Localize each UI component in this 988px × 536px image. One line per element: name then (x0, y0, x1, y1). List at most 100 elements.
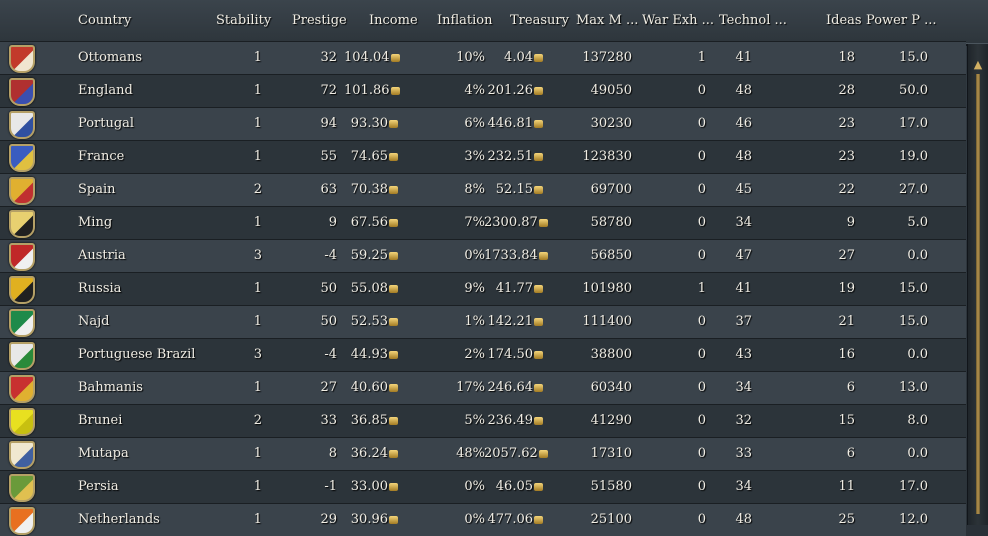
cell-power-projection-value: 15.0 (899, 281, 928, 296)
cell-prestige: -4 (297, 347, 337, 362)
ducat-coin-icon (534, 120, 543, 128)
cell-war-exhaustion-value: 0 (697, 446, 706, 461)
cell-prestige: -1 (297, 479, 337, 494)
cell-technology-value: 34 (735, 479, 752, 494)
cell-country-value: Portuguese Brazil (78, 347, 196, 362)
cell-country[interactable]: Ottomans (78, 50, 142, 65)
cell-power-projection: 15.0 (888, 50, 928, 65)
column-header-prestige[interactable]: Prestige (292, 13, 347, 28)
table-row[interactable]: Mutapa 1 8 36.24 48% 2057.62 17310 0 33 6 0.0 (0, 437, 966, 470)
column-header-treasury[interactable]: Treasury (510, 13, 569, 28)
cell-prestige-value: 50 (320, 314, 337, 329)
column-header-technology[interactable]: Technol ... (719, 13, 787, 28)
cell-prestige: 55 (297, 149, 337, 164)
column-header-ideas[interactable]: Ideas (826, 13, 862, 28)
cell-ideas-value: 28 (838, 83, 855, 98)
cell-war-exhaustion: 1 (680, 281, 706, 296)
ducat-coin-icon (389, 483, 398, 491)
cell-stability: 1 (222, 215, 262, 230)
cell-technology: 43 (720, 347, 752, 362)
cell-country[interactable]: Najd (78, 314, 109, 329)
cell-country-value: Bahmanis (78, 380, 143, 395)
cell-treasury-value: 236.49 (487, 413, 534, 428)
cell-stability-value: 2 (253, 413, 262, 428)
country-ledger-panel: Country Stability Prestige Income Inflat… (0, 0, 988, 536)
country-flag-icon[interactable] (9, 243, 35, 271)
column-header-inflation[interactable]: Inflation (437, 13, 493, 28)
column-header-income[interactable]: Income (369, 13, 418, 28)
cell-country[interactable]: England (78, 83, 133, 98)
table-row[interactable]: England 1 72 101.86 4% 201.26 49050 0 48 28 50.0 (0, 74, 966, 107)
cell-technology: 34 (720, 380, 752, 395)
cell-country[interactable]: Ming (78, 215, 112, 230)
country-flag-icon[interactable] (9, 309, 35, 337)
table-row[interactable]: Portuguese Brazil 3 -4 44.93 2% 174.50 38800 0 4… (0, 338, 966, 371)
table-row[interactable]: Russia 1 50 55.08 9% 41.77 101980 1 41 19 15.0 (0, 272, 966, 305)
cell-max-manpower: 123830 (572, 149, 632, 164)
table-row[interactable]: Najd 1 50 52.53 1% 142.21 111400 0 37 21 15.0 (0, 305, 966, 338)
cell-country-value: France (78, 149, 125, 164)
country-flag-icon[interactable] (9, 45, 35, 73)
cell-country[interactable]: Mutapa (78, 446, 129, 461)
cell-country[interactable]: Portuguese Brazil (78, 347, 195, 362)
country-flag-icon[interactable] (9, 78, 35, 106)
column-header-stability[interactable]: Stability (216, 13, 271, 28)
table-row[interactable]: Ottomans 1 32 104.04 10% 4.04 137280 1 41 18 15.0 (0, 41, 966, 74)
country-flag-icon[interactable] (9, 342, 35, 370)
table-row[interactable]: Portugal 1 94 93.30 6% 446.81 30230 0 46 23 17.0 (0, 107, 966, 140)
cell-war-exhaustion-value: 0 (697, 479, 706, 494)
cell-war-exhaustion: 0 (680, 248, 706, 263)
country-flag-icon[interactable] (9, 210, 35, 238)
cell-treasury: 174.50 (484, 347, 543, 362)
table-row[interactable]: Bahmanis 1 27 40.60 17% 246.64 60340 0 34 6 13.0 (0, 371, 966, 404)
cell-country[interactable]: France (78, 149, 124, 164)
table-row[interactable]: Persia 1 -1 33.00 0% 46.05 51580 0 34 11 17.0 (0, 470, 966, 503)
cell-ideas-value: 9 (846, 215, 855, 230)
scroll-up-arrow-icon[interactable]: ▲ (972, 58, 984, 72)
table-row[interactable]: Austria 3 -4 59.25 0% 1733.84 56850 0 47 27 0.0 (0, 239, 966, 272)
column-header-power-projection[interactable]: Power P ... (866, 13, 937, 28)
cell-country[interactable]: Portugal (78, 116, 134, 131)
table-row[interactable]: Brunei 2 33 36.85 5% 236.49 41290 0 32 15 8.0 (0, 404, 966, 437)
scrollbar-thumb[interactable] (976, 74, 980, 514)
table-row[interactable]: Ming 1 9 67.56 7% 2300.87 58780 0 34 9 5.0 (0, 206, 966, 239)
cell-country[interactable]: Bahmanis (78, 380, 143, 395)
cell-ideas: 9 (824, 215, 855, 230)
cell-country[interactable]: Brunei (78, 413, 122, 428)
cell-country[interactable]: Persia (78, 479, 119, 494)
country-flag-icon[interactable] (9, 144, 35, 172)
column-header-country[interactable]: Country (78, 13, 131, 28)
cell-stability-value: 1 (253, 479, 262, 494)
cell-income-value: 44.93 (350, 347, 388, 362)
table-row[interactable]: Netherlands 1 29 30.96 0% 477.06 25100 0 48 25 12.… (0, 503, 966, 536)
country-flag-icon[interactable] (9, 276, 35, 304)
country-flag-icon[interactable] (9, 474, 35, 502)
table-row[interactable]: France 1 55 74.65 3% 232.51 123830 0 48 23 19.0 (0, 140, 966, 173)
cell-income-value: 74.65 (350, 149, 388, 164)
country-flag-icon[interactable] (9, 111, 35, 139)
cell-prestige-value: 63 (320, 182, 337, 197)
cell-stability-value: 1 (253, 380, 262, 395)
country-flag-icon[interactable] (9, 177, 35, 205)
cell-inflation-value: 17% (456, 380, 485, 395)
cell-war-exhaustion: 0 (680, 149, 706, 164)
cell-country[interactable]: Russia (78, 281, 121, 296)
cell-prestige: 27 (297, 380, 337, 395)
country-flag-icon[interactable] (9, 408, 35, 436)
cell-inflation-value: 2% (464, 347, 485, 362)
cell-country[interactable]: Austria (78, 248, 126, 263)
cell-max-manpower-value: 137280 (582, 50, 632, 65)
column-header-max-manpower[interactable]: Max M ... (576, 13, 638, 28)
cell-country[interactable]: Spain (78, 182, 116, 197)
table-row[interactable]: Spain 2 63 70.38 8% 52.15 69700 0 45 22 27.0 (0, 173, 966, 206)
cell-prestige-value: 9 (328, 215, 337, 230)
country-flag-icon[interactable] (9, 375, 35, 403)
cell-power-projection-value: 0.0 (907, 347, 928, 362)
country-flag-icon[interactable] (9, 507, 35, 535)
country-flag-icon[interactable] (9, 441, 35, 469)
cell-stability-value: 3 (253, 248, 262, 263)
cell-technology: 32 (720, 413, 752, 428)
column-header-war-exhaustion[interactable]: War Exh ... (642, 13, 714, 28)
cell-inflation-value: 9% (464, 281, 485, 296)
cell-prestige: 50 (297, 281, 337, 296)
